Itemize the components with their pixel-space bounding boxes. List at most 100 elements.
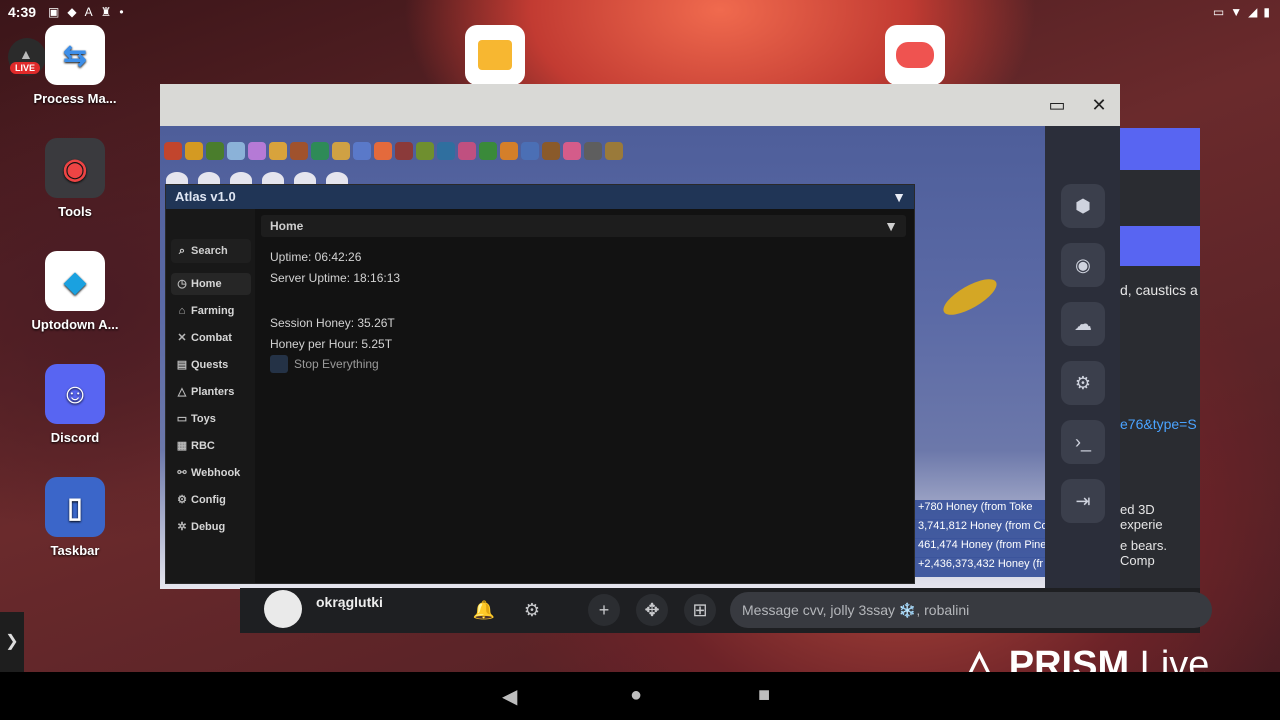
clock: 4:39 <box>8 4 37 20</box>
honey-per-hour-text: Honey per Hour: 5.25T <box>270 337 393 351</box>
server-uptime-text: Server Uptime: 18:16:13 <box>270 271 401 285</box>
buff-icon <box>605 142 623 160</box>
app-label: Process Ma... <box>33 91 117 106</box>
atlas-panel: Atlas v1.0 ▼ ⌕ Search ◷ Home ⌂ Farming ✕ Com… <box>165 184 915 584</box>
buff-icon <box>458 142 476 160</box>
sidebar-item-config[interactable]: ⚙ Config <box>171 489 251 511</box>
app-tools[interactable]: ◉ Tools <box>15 138 135 219</box>
buff-icon <box>311 142 329 160</box>
recents-icon[interactable]: ■ <box>758 684 770 707</box>
checkbox[interactable] <box>270 355 288 373</box>
home-icon[interactable]: ● <box>630 684 642 707</box>
gamepad-icon <box>896 42 934 68</box>
buff-icon <box>437 142 455 160</box>
sidebar-item-debug[interactable]: ✲ Debug <box>171 516 251 538</box>
section-title: Home <box>270 219 304 233</box>
notification-icons: ▣ ◆ A ♜ • <box>48 5 124 19</box>
app-discord[interactable]: ☺ Discord <box>15 364 135 445</box>
collapse-icon[interactable]: ▼ <box>884 215 898 237</box>
gear-icon: ⚙ <box>177 494 187 506</box>
gift-icon[interactable]: ⊞ <box>684 594 716 626</box>
bug-icon: ✲ <box>177 521 187 533</box>
buff-icon <box>584 142 602 160</box>
wifi-icon: ▼ <box>1230 5 1243 19</box>
buff-icon <box>185 142 203 160</box>
apps-icon[interactable]: ✥ <box>636 594 668 626</box>
uptime-text: Uptime: 06:42:26 <box>270 250 362 264</box>
buff-icon <box>206 142 224 160</box>
app-uptodown[interactable]: ◆ Uptodown A... <box>15 251 135 332</box>
bell-icon[interactable]: 🔔 <box>468 594 500 626</box>
home-icon[interactable]: ⬢ <box>1061 184 1105 228</box>
app-label: Taskbar <box>50 543 100 558</box>
status-bar: 4:39 ▣ ◆ A ♜ • ▭ ▼ ◢ ▮ <box>0 0 1280 24</box>
rbc-icon: ▦ <box>176 440 188 452</box>
discord-titlebar <box>1120 128 1200 170</box>
app-process-manager[interactable]: ⇆ Process Ma... <box>15 25 135 106</box>
expand-sidebar-button[interactable]: ❯ <box>0 612 24 672</box>
app-store-shortcut[interactable] <box>465 25 525 85</box>
atlas-main: Home ▼ Uptime: 06:42:26 Server Uptime: 1… <box>261 215 906 577</box>
sidebar-item-rbc[interactable]: ▦ RBC <box>171 435 251 457</box>
gear-icon[interactable]: ⚙ <box>1061 361 1105 405</box>
discord-bottom-bar: okrąglutki 🔔 ⚙ + ✥ ⊞ Message cvv, jolly … <box>240 588 1212 633</box>
back-icon[interactable]: ◀ <box>502 684 517 709</box>
maximize-button[interactable]: ▭ <box>1044 92 1070 118</box>
game-app-shortcut[interactable] <box>885 25 945 85</box>
sidebar-item-toys[interactable]: ▭ Toys <box>171 408 251 430</box>
gear-icon[interactable]: ⚙ <box>516 594 548 626</box>
cast-icon: ▭ <box>1212 5 1225 19</box>
app-taskbar[interactable]: ▯ Taskbar <box>15 477 135 558</box>
session-honey-text: Session Honey: 35.26T <box>270 316 395 330</box>
dot-icon: • <box>119 5 124 19</box>
section-header[interactable]: Home ▼ <box>261 215 906 237</box>
close-button[interactable]: ✕ <box>1086 92 1112 118</box>
honey-log-entry: +2,436,373,432 Honey (fr <box>914 557 1047 577</box>
discord-text: e bears. Comp <box>1120 538 1167 568</box>
sidebar-item-webhook[interactable]: ⚯ Webhook <box>171 462 251 484</box>
buff-icon <box>563 142 581 160</box>
buff-icon <box>269 142 287 160</box>
buff-icon <box>542 142 560 160</box>
atlas-sidebar: ⌕ Search ◷ Home ⌂ Farming ✕ Combat ▤ Quests △… <box>166 209 255 583</box>
link-icon: ⚯ <box>177 467 187 479</box>
uptodown-icon: ◆ <box>45 251 105 311</box>
add-icon[interactable]: + <box>588 594 620 626</box>
gamepad-icon[interactable]: ◉ <box>1061 243 1105 287</box>
atlas-header[interactable]: Atlas v1.0 ▼ <box>166 185 914 209</box>
search-button[interactable]: ⌕ Search <box>171 239 251 263</box>
sidebar-item-quests[interactable]: ▤ Quests <box>171 354 251 376</box>
avatar[interactable] <box>264 590 302 628</box>
planter-icon: △ <box>177 386 187 398</box>
sidebar-item-combat[interactable]: ✕ Combat <box>171 327 251 349</box>
process-manager-icon: ⇆ <box>45 25 105 85</box>
message-input[interactable]: Message cvv, jolly 3ssay ❄️, robalini <box>730 592 1212 628</box>
stop-everything-toggle[interactable]: Stop Everything <box>270 355 379 373</box>
navigation-bar: ◀ ● ■ <box>0 672 1280 720</box>
taskbar-icon: ▯ <box>45 477 105 537</box>
app-label: Discord <box>50 430 100 445</box>
buff-icon <box>248 142 266 160</box>
discord-link[interactable]: e76&type=S <box>1120 416 1197 432</box>
discord-window-edge: d, caustics a e76&type=S ed 3D experie e… <box>1120 128 1200 633</box>
app-label: Tools <box>58 204 92 219</box>
sidebar-item-farming[interactable]: ⌂ Farming <box>171 300 251 322</box>
collapse-icon[interactable]: ▼ <box>892 185 906 209</box>
buff-bar <box>160 142 884 162</box>
terminal-icon[interactable]: ›_ <box>1061 420 1105 464</box>
sidebar-item-home[interactable]: ◷ Home <box>171 273 251 295</box>
cloud-icon[interactable]: ☁ <box>1061 302 1105 346</box>
chrome-icon: ◆ <box>67 5 77 19</box>
buff-icon <box>374 142 392 160</box>
discord-banner <box>1120 226 1200 266</box>
buff-icon <box>332 142 350 160</box>
font-icon: A <box>84 5 93 19</box>
game-side-toolbar: ⬢ ◉ ☁ ⚙ ›_ ⇥ <box>1045 126 1120 589</box>
window-titlebar: ▭ ✕ <box>160 84 1120 126</box>
discord-text: ed 3D experie <box>1120 502 1163 532</box>
exit-icon[interactable]: ⇥ <box>1061 479 1105 523</box>
home-icon: ◷ <box>177 278 187 290</box>
sidebar-item-planters[interactable]: △ Planters <box>171 381 251 403</box>
buff-icon <box>290 142 308 160</box>
key-icon: ♜ <box>100 5 112 19</box>
